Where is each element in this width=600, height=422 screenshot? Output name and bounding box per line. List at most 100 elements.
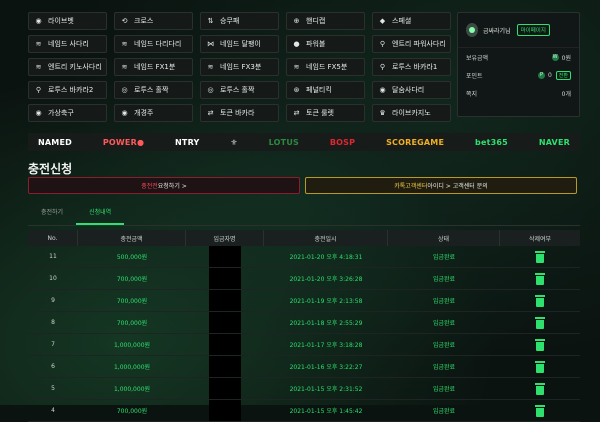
- message-value: 0개: [561, 90, 571, 98]
- cell-depositor: [209, 268, 241, 289]
- cell-amount: 700,000원: [116, 408, 148, 415]
- menu-item[interactable]: ⚲ 엔트리 파워사다리: [372, 35, 451, 53]
- cell-depositor: [209, 378, 241, 399]
- message-row[interactable]: 쪽지 0개: [458, 84, 579, 102]
- named-logo[interactable]: NAMED: [38, 138, 72, 147]
- convert-button[interactable]: 전환: [555, 70, 571, 80]
- lotus-logo[interactable]: LOTUS: [269, 138, 299, 147]
- menu-item[interactable]: ◎ 로투스 홀짝: [200, 81, 279, 99]
- trash-icon[interactable]: [535, 338, 545, 351]
- user-row: 금싸라기님 마이페이지: [458, 13, 579, 48]
- notice-right-highlight: 카톡고객센터: [394, 183, 428, 190]
- table-row: 9 700,000원 2021-01-19 오후 2:13:58 입금완료: [28, 290, 580, 312]
- notice-left-highlight: 충전전: [141, 183, 158, 190]
- table-row: 5 1,000,000원 2021-01-15 오후 2:31:52 입금완료: [28, 378, 580, 400]
- balance-row: 보유금액 W 0원: [458, 48, 579, 66]
- cell-delete: [500, 356, 580, 377]
- kakao-support-notice[interactable]: 카톡고객센터 아이디 > 고객센터 문의: [305, 177, 577, 194]
- ntry-logo[interactable]: NTRY: [175, 138, 199, 147]
- menu-item-label: 라이브벳: [48, 17, 74, 25]
- menu-item[interactable]: ≋ 네임드 FX5분: [286, 58, 365, 76]
- menu-item[interactable]: ◆ 스페셜: [372, 12, 451, 30]
- odd-even-icon: ◎: [207, 85, 214, 94]
- page-title: 충전신청: [28, 162, 73, 176]
- fx-icon: ≋: [207, 62, 214, 71]
- menu-item-label: 로투스 바카라1: [392, 63, 438, 71]
- cell-delete: [500, 268, 580, 289]
- menu-item-label: 토큰 바카라: [220, 109, 255, 117]
- cell-delete: [500, 312, 580, 333]
- special-icon: ◆: [379, 16, 386, 25]
- menu-item[interactable]: ⇅ 승무패: [200, 12, 279, 30]
- tab-deposit[interactable]: 충전하기: [28, 205, 76, 225]
- menu-item[interactable]: ≋ 네임드 FX1분: [114, 58, 193, 76]
- cell-depositor: [209, 400, 241, 421]
- trash-icon[interactable]: [535, 250, 545, 263]
- point-value: 0: [547, 71, 552, 79]
- menu-item[interactable]: ◉ 달숨사다리: [372, 81, 451, 99]
- cell-date: 2021-01-20 오후 4:18:31: [289, 254, 363, 261]
- cell-depositor: [209, 334, 241, 355]
- emblem-logo[interactable]: ⚜: [230, 138, 237, 147]
- menu-item-label: 토큰 룰렛: [306, 109, 334, 117]
- red-logo[interactable]: BOSP: [330, 138, 355, 147]
- bet365-logo[interactable]: bet365: [475, 138, 508, 147]
- menu-item[interactable]: ⇄ 토큰 바카라: [200, 104, 279, 122]
- cell-no: 10: [49, 275, 57, 282]
- menu-item[interactable]: ≋ 네임드 FX3분: [200, 58, 279, 76]
- trash-icon[interactable]: [535, 360, 545, 373]
- cell-date: 2021-01-16 오후 3:22:27: [289, 364, 363, 371]
- ladder-icon: ≋: [35, 62, 42, 71]
- menu-item[interactable]: ◎ 로투스 홀짝: [114, 81, 193, 99]
- ladder-icon: ≋: [35, 39, 42, 48]
- menu-item[interactable]: ⊛ 페널티킥: [286, 81, 365, 99]
- cell-status: 입금완료: [432, 386, 456, 393]
- naver-logo[interactable]: NAVER: [539, 138, 570, 147]
- trash-icon[interactable]: [535, 316, 545, 329]
- col-no: No.: [28, 230, 78, 246]
- cell-amount: 700,000원: [116, 298, 148, 305]
- cell-no: 7: [51, 341, 55, 348]
- col-date: 충전일시: [264, 230, 388, 246]
- table-row: 8 700,000원 2021-01-18 오후 2:55:29 입금완료: [28, 312, 580, 334]
- menu-item[interactable]: ● 파워볼: [286, 35, 365, 53]
- menu-item[interactable]: ≋ 네임드 사다리: [28, 35, 107, 53]
- menu-item[interactable]: ⚲ 로투스 바카라2: [28, 81, 107, 99]
- trash-icon[interactable]: [535, 294, 545, 307]
- col-depositor: 입금자명: [186, 230, 264, 246]
- menu-item[interactable]: ♛ 라이브카지노: [372, 104, 451, 122]
- cell-date: 2021-01-15 오후 1:45:42: [289, 408, 363, 415]
- cell-amount: 1,000,000원: [113, 342, 151, 349]
- menu-item[interactable]: ⟲ 크로스: [114, 12, 193, 30]
- ladder-icon: ⚲: [379, 39, 386, 48]
- menu-item[interactable]: ◉ 라이브벳: [28, 12, 107, 30]
- cell-no: 5: [51, 385, 55, 392]
- menu-item[interactable]: ⋈ 네임드 달팽이: [200, 35, 279, 53]
- menu-item[interactable]: ⊕ 핸디캡: [286, 12, 365, 30]
- trash-icon[interactable]: [535, 382, 545, 395]
- menu-item[interactable]: ◉ 개경주: [114, 104, 193, 122]
- menu-item[interactable]: ≋ 엔트리 키노사다리: [28, 58, 107, 76]
- cell-amount: 700,000원: [116, 320, 148, 327]
- trash-icon[interactable]: [535, 272, 545, 285]
- menu-item[interactable]: ⇄ 토큰 룰렛: [286, 104, 365, 122]
- table-row: 10 700,000원 2021-01-20 오후 3:26:28 입금완료: [28, 268, 580, 290]
- menu-item[interactable]: ≋ 네임드 다리다리: [114, 35, 193, 53]
- deposit-request-notice[interactable]: 충전전 요청하기 >: [28, 177, 300, 194]
- cell-amount: 500,000원: [116, 254, 148, 261]
- handicap-icon: ⊕: [293, 16, 300, 25]
- cell-date: 2021-01-15 오후 2:31:52: [289, 386, 363, 393]
- menu-item[interactable]: ⚲ 로투스 바카라1: [372, 58, 451, 76]
- cell-status: 입금완료: [432, 320, 456, 327]
- scoregame-logo[interactable]: SCOREGAME: [386, 138, 444, 147]
- powerball-logo[interactable]: POWER●: [103, 138, 144, 147]
- tab-bar: 충전하기 신청내역: [28, 205, 580, 226]
- trash-icon[interactable]: [535, 404, 545, 417]
- menu-item[interactable]: ◉ 가상축구: [28, 104, 107, 122]
- tab-history[interactable]: 신청내역: [76, 205, 125, 225]
- crown-icon: ♛: [379, 108, 386, 117]
- mypage-button[interactable]: 마이페이지: [516, 24, 550, 36]
- cell-depositor: [209, 312, 241, 333]
- odd-even-icon: ◎: [121, 85, 128, 94]
- game-menu: ◉ 라이브벳 ⟲ 크로스 ⇅ 승무패 ⊕ 핸디캡 ◆ 스페셜 ≋ 네임드 사다리 ≋ 네임드 다리다리 ⋈ 네…: [28, 12, 451, 122]
